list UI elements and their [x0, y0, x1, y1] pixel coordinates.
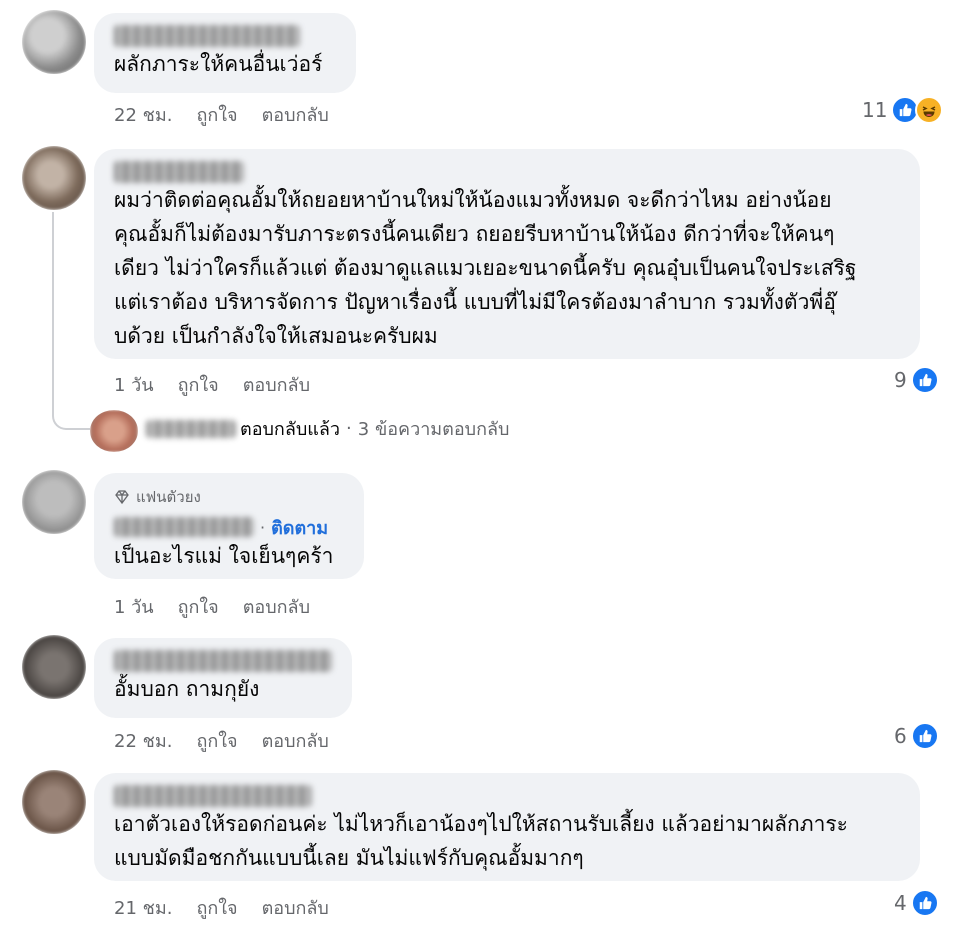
reply-button[interactable]: ตอบกลับ	[262, 100, 329, 129]
replier-name-redacted	[146, 419, 236, 438]
diamond-icon	[115, 490, 129, 505]
comment-actions: 22 ชม. ถูกใจ ตอบกลับ	[114, 100, 329, 129]
like-button[interactable]: ถูกใจ	[178, 592, 219, 621]
reply-button[interactable]: ตอบกลับ	[262, 893, 329, 922]
avatar[interactable]	[22, 635, 86, 699]
reply-count: 3 ข้อความตอบกลับ	[357, 419, 510, 440]
comment-actions: 1 วัน ถูกใจ ตอบกลับ	[114, 592, 310, 621]
commenter-name-redacted[interactable]	[114, 785, 312, 807]
reaction-count: 4	[894, 891, 907, 915]
comment-text: ผลักภาระให้คนอื่นเว่อร์	[114, 52, 323, 76]
comment-bubble: ผมว่าติดต่อคุณอั้มให้ถยอยหาบ้านใหม่ให้น้…	[94, 149, 920, 359]
comment-time[interactable]: 21 ชม.	[114, 893, 172, 922]
like-icon	[910, 889, 939, 917]
reply-thread-line	[52, 212, 90, 430]
reaction-summary[interactable]: 4	[894, 889, 939, 917]
comment-bubble: ผลักภาระให้คนอื่นเว่อร์	[94, 13, 356, 93]
separator: ·	[346, 418, 352, 439]
badge-label: แฟนตัวยง	[136, 488, 201, 506]
comment-actions: 21 ชม. ถูกใจ ตอบกลับ	[114, 893, 329, 922]
comment-actions: 1 วัน ถูกใจ ตอบกลับ	[114, 370, 310, 399]
comment-text: อั้มบอก ถามกุยัง	[114, 677, 260, 701]
commenter-name-redacted[interactable]	[114, 25, 300, 47]
like-button[interactable]: ถูกใจ	[196, 100, 237, 129]
like-icon	[910, 366, 939, 394]
like-button[interactable]: ถูกใจ	[196, 893, 237, 922]
reaction-summary[interactable]: 11	[862, 96, 944, 124]
commenter-name-redacted[interactable]	[114, 517, 254, 537]
replied-label: ตอบกลับแล้ว	[240, 419, 341, 440]
avatar[interactable]	[22, 770, 86, 834]
like-button[interactable]: ถูกใจ	[196, 726, 237, 755]
top-fan-badge: แฟนตัวยง	[114, 485, 344, 509]
like-icon	[910, 722, 939, 750]
avatar[interactable]	[22, 470, 86, 534]
reaction-count: 6	[894, 724, 907, 748]
reply-button[interactable]: ตอบกลับ	[243, 592, 310, 621]
reply-button[interactable]: ตอบกลับ	[243, 370, 310, 399]
like-button[interactable]: ถูกใจ	[178, 370, 219, 399]
reaction-summary[interactable]: 9	[894, 366, 939, 394]
haha-icon	[915, 96, 944, 124]
comment-text: เป็นอะไรแม่ ใจเย็นๆคร้า	[114, 544, 334, 568]
comment-time[interactable]: 22 ชม.	[114, 726, 172, 755]
reply-avatar[interactable]	[90, 410, 138, 452]
avatar[interactable]	[22, 10, 86, 74]
comment-bubble: แฟนตัวยง · ติดตาม เป็นอะไรแม่ ใจเย็นๆคร้…	[94, 473, 364, 579]
comment-text: ผมว่าติดต่อคุณอั้มให้ถยอยหาบ้านใหม่ให้น้…	[114, 188, 857, 348]
reply-button[interactable]: ตอบกลับ	[262, 726, 329, 755]
follow-button[interactable]: ติดตาม	[271, 513, 328, 542]
comment-bubble: อั้มบอก ถามกุยัง	[94, 638, 352, 718]
reaction-count: 9	[894, 368, 907, 392]
reaction-summary[interactable]: 6	[894, 722, 939, 750]
comment-time[interactable]: 1 วัน	[114, 370, 154, 399]
commenter-name-redacted[interactable]	[114, 161, 244, 183]
comment-actions: 22 ชม. ถูกใจ ตอบกลับ	[114, 726, 329, 755]
comment-time[interactable]: 1 วัน	[114, 592, 154, 621]
commenter-name-redacted[interactable]	[114, 650, 332, 672]
dot-separator: ·	[260, 517, 266, 537]
comment-bubble: เอาตัวเองให้รอดก่อนค่ะ ไม่ไหวก็เอาน้องๆไ…	[94, 773, 920, 881]
reaction-count: 11	[862, 98, 888, 122]
avatar[interactable]	[22, 146, 86, 210]
comment-time[interactable]: 22 ชม.	[114, 100, 172, 129]
comment-text: เอาตัวเองให้รอดก่อนค่ะ ไม่ไหวก็เอาน้องๆไ…	[114, 812, 848, 870]
view-replies-link[interactable]: ตอบกลับแล้ว · 3 ข้อความตอบกลับ	[146, 414, 509, 443]
